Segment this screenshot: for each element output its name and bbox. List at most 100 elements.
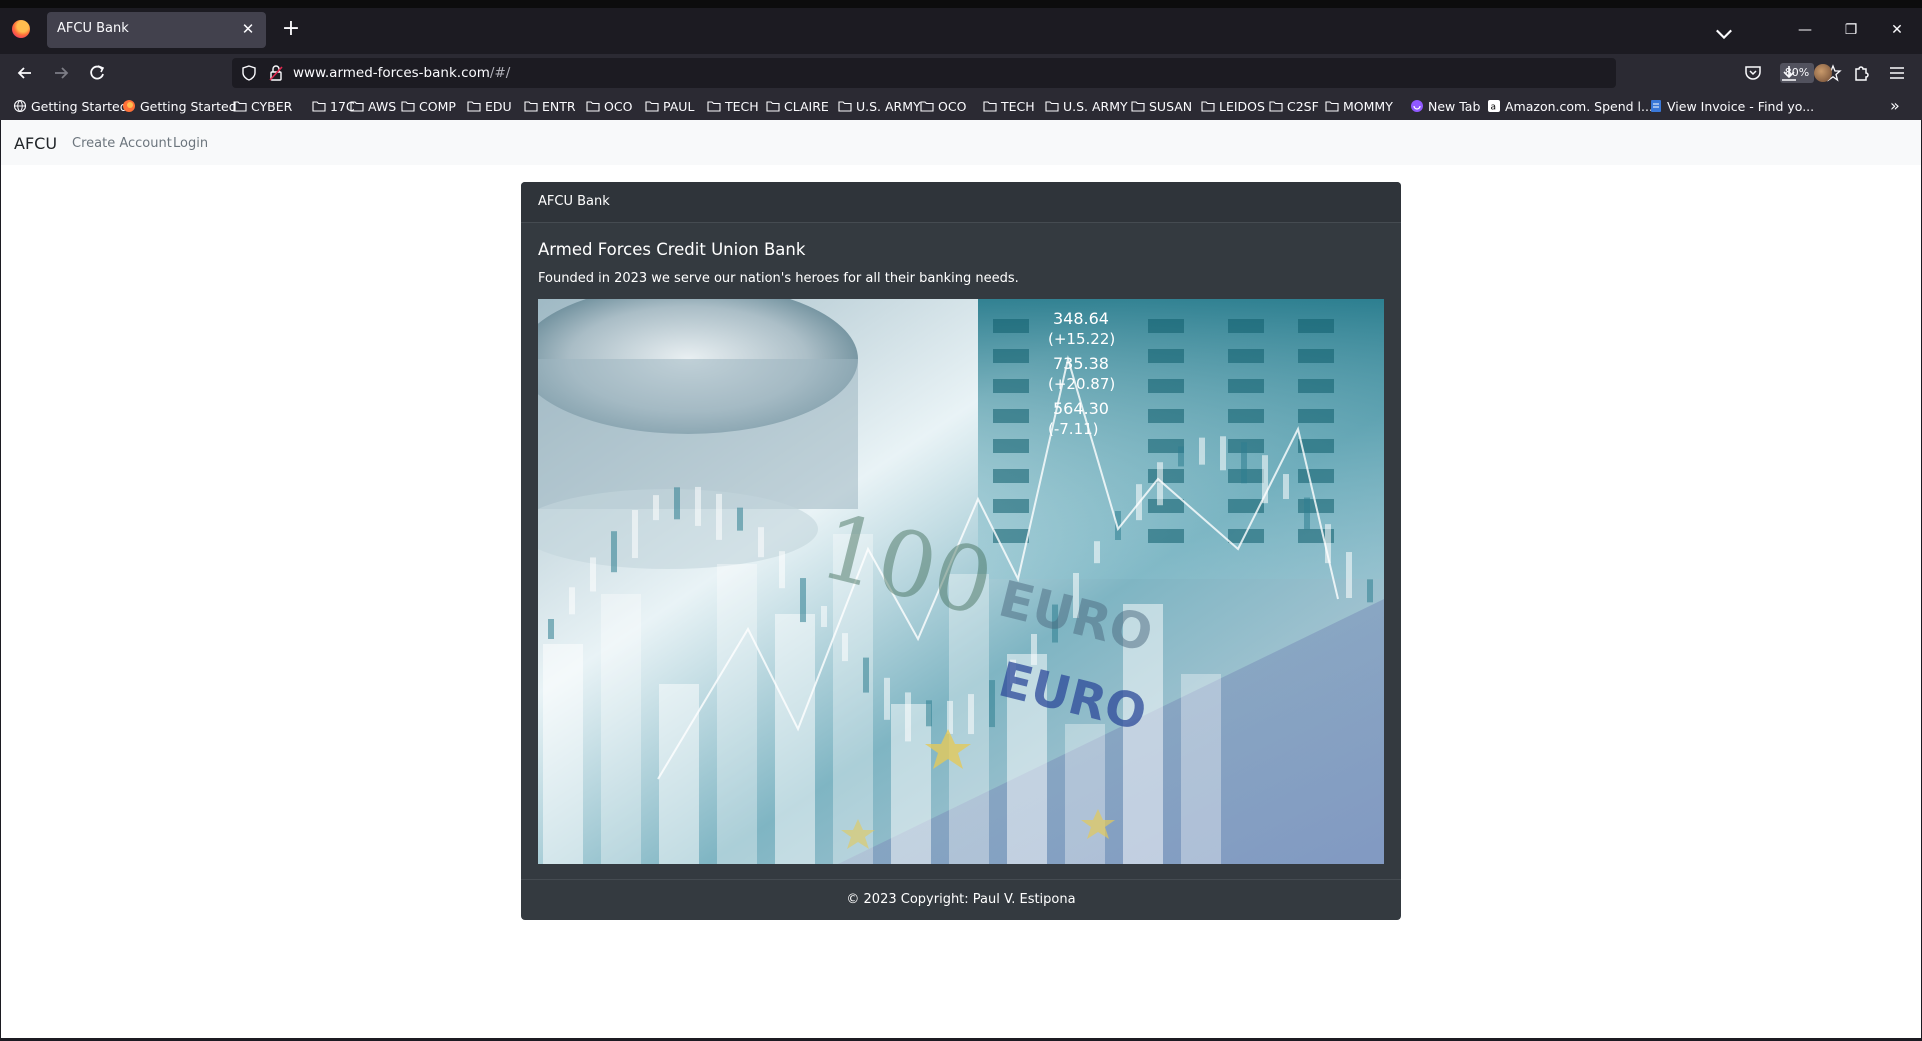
ticker-cell <box>993 409 1029 423</box>
ticker-change: (+20.87) <box>1048 375 1115 393</box>
bookmark-item[interactable]: U.S. ARMY <box>838 97 921 115</box>
ticker-cell <box>1148 409 1184 423</box>
extensions-icon[interactable] <box>1850 62 1872 84</box>
folder-icon <box>401 101 415 112</box>
bookmark-label: U.S. ARMY <box>1063 98 1128 114</box>
bookmark-label: EDU <box>485 98 512 114</box>
bookmarks-overflow-icon[interactable]: » <box>1890 96 1900 115</box>
reload-icon[interactable] <box>84 60 110 86</box>
tab-active[interactable]: AFCU Bank ✕ <box>47 12 266 48</box>
firefox-icon[interactable] <box>12 20 30 38</box>
candlestick <box>1199 437 1205 465</box>
bookmark-item[interactable]: U.S. ARMY <box>1045 97 1128 115</box>
downloads-icon[interactable] <box>1778 62 1800 84</box>
new-tab-button[interactable]: + <box>278 17 304 43</box>
bookmark-label: Amazon.com. Spend l... <box>1505 98 1653 114</box>
bookmark-item[interactable]: MOMMY <box>1325 97 1393 115</box>
invoice-icon <box>1651 100 1661 112</box>
bookmark-item[interactable]: PAUL <box>645 97 694 115</box>
content-viewport: AFCU Create Account Login AFCU Bank Arme… <box>0 120 1922 1041</box>
bookmark-item[interactable]: TECH <box>707 97 759 115</box>
ticker-change: (+15.22) <box>1048 330 1115 348</box>
candlestick <box>1304 497 1310 530</box>
candlestick <box>863 657 869 693</box>
folder-icon <box>350 101 364 112</box>
close-window-icon[interactable]: ✕ <box>1882 18 1912 42</box>
ticker-cell <box>1148 349 1184 363</box>
chevron-down-icon[interactable] <box>1712 22 1736 46</box>
card-header: AFCU Bank <box>521 182 1401 223</box>
bookmark-item[interactable]: EDU <box>467 97 512 115</box>
url-path: /#/ <box>489 65 511 81</box>
nav-create-account[interactable]: Create Account <box>72 136 172 151</box>
bookmark-item[interactable]: C2SF <box>1269 97 1319 115</box>
card-title: Armed Forces Credit Union Bank <box>538 240 806 259</box>
bookmark-item[interactable]: OCO <box>920 97 966 115</box>
ticker-cell <box>1228 379 1264 393</box>
ticker-price: 735.38 <box>1053 354 1109 373</box>
bookmark-item[interactable]: 17C <box>312 97 355 115</box>
candlestick <box>1241 442 1247 484</box>
close-tab-icon[interactable]: ✕ <box>238 19 258 39</box>
folder-icon <box>312 101 326 112</box>
tab-title: AFCU Bank <box>57 21 129 36</box>
bookmark-label: U.S. ARMY <box>856 98 921 114</box>
bookmark-item[interactable]: New Tab <box>1410 97 1480 115</box>
svg-text:a: a <box>1491 103 1497 113</box>
shield-icon[interactable] <box>240 64 258 82</box>
bar-graphic <box>1065 724 1105 864</box>
folder-icon <box>1325 101 1339 112</box>
bookmark-item[interactable]: SUSAN <box>1131 97 1192 115</box>
ticker-cell <box>1298 319 1334 333</box>
ticker-cell <box>1298 349 1334 363</box>
nav-toolbar: www.armed-forces-bank.com/#/ 80% <box>0 54 1922 92</box>
account-avatar-icon[interactable] <box>1814 64 1832 82</box>
bookmark-item[interactable]: a Amazon.com. Spend l... <box>1487 97 1653 115</box>
bar-graphic <box>775 614 815 864</box>
bookmark-item[interactable]: LEIDOS <box>1201 97 1265 115</box>
bookmark-item[interactable]: AWS <box>350 97 396 115</box>
folder-icon <box>1269 101 1283 112</box>
bookmark-item[interactable]: View Invoice - Find yo... <box>1649 97 1814 115</box>
back-icon[interactable] <box>12 60 38 86</box>
bookmark-item[interactable]: TECH <box>983 97 1035 115</box>
candlestick <box>905 692 911 742</box>
candlestick <box>1367 579 1373 603</box>
ticker-cell <box>1298 409 1334 423</box>
candlestick <box>1178 446 1184 467</box>
bookmark-label: CYBER <box>251 98 293 114</box>
bookmarks-toolbar: Getting Started Getting Started CYBER 17C AW… <box>0 92 1922 120</box>
candlestick <box>716 493 722 540</box>
bookmark-label: CLAIRE <box>784 98 829 114</box>
bookmark-item[interactable]: CYBER <box>233 97 292 115</box>
bookmark-item[interactable]: CLAIRE <box>766 97 829 115</box>
url-bar[interactable]: www.armed-forces-bank.com/#/ 80% <box>232 58 1842 88</box>
candlestick <box>548 619 554 639</box>
firefox-icon <box>123 100 135 112</box>
nav-login[interactable]: Login <box>173 136 208 151</box>
url-text[interactable]: www.armed-forces-bank.com/#/ <box>293 65 510 81</box>
lock-icon[interactable] <box>268 64 284 82</box>
forward-icon[interactable] <box>48 60 74 86</box>
bookmark-item[interactable]: OCO <box>586 97 632 115</box>
pocket-icon[interactable] <box>1742 62 1764 84</box>
bookmark-item[interactable]: Getting Started <box>13 97 128 115</box>
bookmark-label: TECH <box>725 98 759 114</box>
bookmark-item[interactable]: COMP <box>401 97 456 115</box>
minimize-icon[interactable]: — <box>1790 18 1820 42</box>
candlestick <box>968 694 974 735</box>
bookmark-label: OCO <box>604 98 633 114</box>
web-page: AFCU Create Account Login AFCU Bank Arme… <box>1 120 1921 1038</box>
candlestick <box>1094 541 1100 564</box>
bookmark-item[interactable]: ENTR <box>524 97 576 115</box>
restore-icon[interactable]: ❐ <box>1836 18 1866 42</box>
bookmark-item[interactable]: Getting Started <box>122 97 237 115</box>
candlestick <box>1283 474 1289 500</box>
menu-icon[interactable] <box>1886 62 1908 84</box>
site-brand[interactable]: AFCU <box>14 134 57 153</box>
bar-graphic <box>601 594 641 864</box>
bar-graphic <box>717 564 757 864</box>
amazon-icon: a <box>1488 100 1500 113</box>
candlestick <box>758 527 764 558</box>
ticker-cell <box>993 499 1029 513</box>
